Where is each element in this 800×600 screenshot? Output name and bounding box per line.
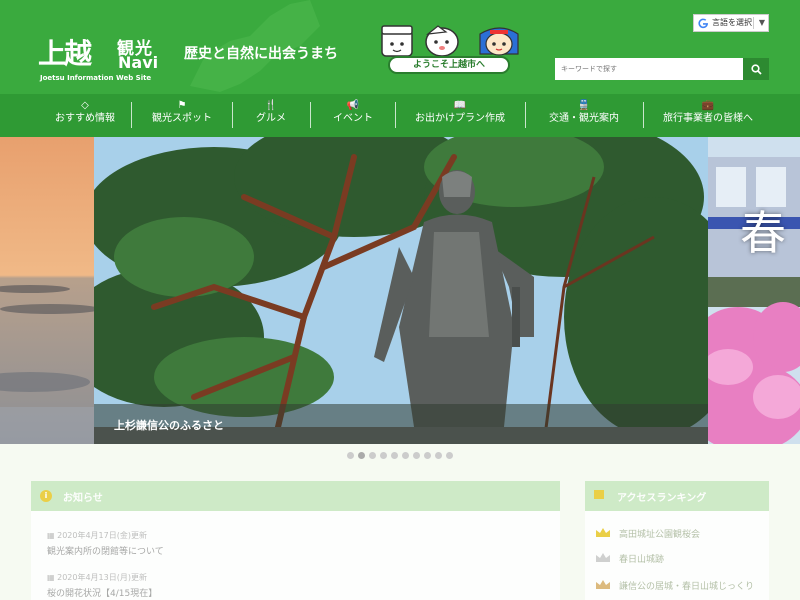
nav-item-label: 観光スポット: [152, 113, 212, 124]
ranking-item-label: 高田城址公園観桜会: [619, 530, 701, 540]
slider-dot[interactable]: [391, 452, 398, 459]
nav-item-events[interactable]: 📢 イベント: [318, 94, 388, 137]
nav-item-label: グルメ: [256, 113, 286, 124]
logo-navi: Navi: [118, 53, 159, 72]
slider-dot[interactable]: [424, 452, 431, 459]
nav-item-label: おすすめ情報: [55, 113, 115, 124]
slider-dot[interactable]: [347, 452, 354, 459]
slide-kenshin-statue[interactable]: [94, 137, 708, 444]
language-select-divider: [753, 17, 754, 29]
language-select-button[interactable]: 言語を選択 ▼: [693, 14, 769, 32]
nav-item-label: 交通・観光案内: [549, 113, 619, 124]
news-panel: i お知らせ ▦ 2020年4月17日(金)更新 観光案内所の閉館等について ▦…: [31, 481, 560, 600]
slide-spring-train[interactable]: [708, 137, 800, 444]
ranking-panel: アクセスランキング 高田城址公園観桜会 春日山城跡 謙信公の居城・春日山城じっく…: [585, 481, 769, 600]
nav-divider: [310, 102, 311, 128]
news-panel-title: お知らせ: [63, 493, 103, 504]
main-navigation: ◇ おすすめ情報 ⚑ 観光スポット 🍴 グルメ 📢 イベント 📖 お出かけプラン…: [0, 94, 800, 137]
hero-slider[interactable]: 春 上杉謙信公のふるさと: [0, 137, 800, 444]
crown-bronze-icon: [596, 580, 610, 589]
flag-icon: [594, 490, 604, 499]
slide-sunset-sea[interactable]: [0, 137, 94, 444]
mascot-right-icon: [479, 27, 519, 56]
spring-train-image: [708, 137, 800, 444]
slider-dot[interactable]: [380, 452, 387, 459]
slider-dot[interactable]: [435, 452, 442, 459]
train-icon: 🚆: [577, 100, 591, 111]
search-button[interactable]: [743, 58, 769, 80]
search-form: [555, 58, 769, 80]
slide-spring-text: 春: [740, 206, 786, 260]
ranking-item-1[interactable]: 高田城址公園観桜会: [595, 527, 700, 540]
slide-caption-bar: 上杉謙信公のふるさと: [94, 404, 708, 444]
mascot-left-icon: [381, 25, 413, 57]
search-icon: [750, 63, 762, 75]
nav-item-label: イベント: [333, 113, 373, 124]
nav-divider: [525, 102, 526, 128]
crown-gold-icon: [596, 528, 610, 537]
news-panel-header: i お知らせ: [31, 481, 560, 511]
nav-item-spots[interactable]: ⚑ 観光スポット: [140, 94, 224, 137]
news-date-text: 2020年4月13日(月)更新: [57, 573, 147, 582]
logo-mark: 上越: [38, 37, 92, 70]
site-tagline: 歴史と自然に出会うまち: [184, 46, 338, 62]
diamond-icon: ◇: [81, 100, 89, 111]
nav-divider: [131, 102, 132, 128]
ranking-item-3[interactable]: 謙信公の居城・春日山城じっくり: [595, 579, 754, 592]
sunset-sea-image: [0, 137, 94, 444]
site-logo[interactable]: 上越 観光 Navi Joetsu Information Web Site: [38, 30, 168, 90]
book-icon: 📖: [453, 100, 467, 111]
flag-icon: ⚑: [177, 100, 187, 111]
logo-subtitle: Joetsu Information Web Site: [40, 74, 152, 82]
nav-divider: [232, 102, 233, 128]
nav-item-gourmet[interactable]: 🍴 グルメ: [240, 94, 302, 137]
nav-item-travel-agents[interactable]: 💼 旅行事業者の皆様へ: [652, 94, 764, 137]
nav-item-label: お出かけプラン作成: [415, 113, 505, 124]
ranking-panel-title: アクセスランキング: [617, 493, 707, 504]
kenshin-statue-image: [94, 137, 708, 444]
google-icon: [698, 18, 709, 29]
slider-dot[interactable]: [369, 452, 376, 459]
ranking-item-2[interactable]: 春日山城跡: [595, 552, 664, 565]
ranking-item-label: 謙信公の居城・春日山城じっくり: [619, 582, 755, 592]
news-date-text: 2020年4月17日(金)更新: [57, 531, 147, 540]
slider-dot[interactable]: [446, 452, 453, 459]
search-input[interactable]: [555, 58, 743, 80]
nav-item-plan[interactable]: 📖 お出かけプラン作成: [404, 94, 516, 137]
news-date: ▦ 2020年4月17日(金)更新: [47, 531, 147, 540]
megaphone-icon: 📢: [346, 100, 360, 111]
slider-dot[interactable]: [402, 452, 409, 459]
nav-item-label: 旅行事業者の皆様へ: [663, 113, 753, 124]
nav-divider: [643, 102, 644, 128]
mascot-center-icon: [425, 25, 459, 57]
briefcase-icon: 💼: [701, 100, 715, 111]
ranking-panel-header: アクセスランキング: [585, 481, 769, 511]
welcome-banner: ようこそ上越市へ: [388, 56, 510, 74]
news-link[interactable]: 桜の開花状況【4/15現在】: [47, 586, 157, 599]
caret-down-icon: ▼: [758, 18, 765, 27]
nav-divider: [395, 102, 396, 128]
news-link[interactable]: 観光案内所の閉館等について: [47, 544, 164, 557]
slide-caption: 上杉謙信公のふるさと: [114, 419, 224, 432]
info-icon: i: [40, 490, 52, 502]
cutlery-icon: 🍴: [264, 100, 278, 111]
site-header: 上越 観光 Navi Joetsu Information Web Site 歴…: [0, 0, 800, 94]
slider-dot[interactable]: [413, 452, 420, 459]
nav-item-recommend[interactable]: ◇ おすすめ情報: [40, 94, 130, 137]
ranking-item-label: 春日山城跡: [619, 555, 665, 565]
crown-silver-icon: [596, 553, 610, 562]
slider-dot[interactable]: [358, 452, 365, 459]
nav-item-transport[interactable]: 🚆 交通・観光案内: [534, 94, 634, 137]
news-date: ▦ 2020年4月13日(月)更新: [47, 573, 147, 582]
language-select-label: 言語を選択: [712, 18, 752, 27]
